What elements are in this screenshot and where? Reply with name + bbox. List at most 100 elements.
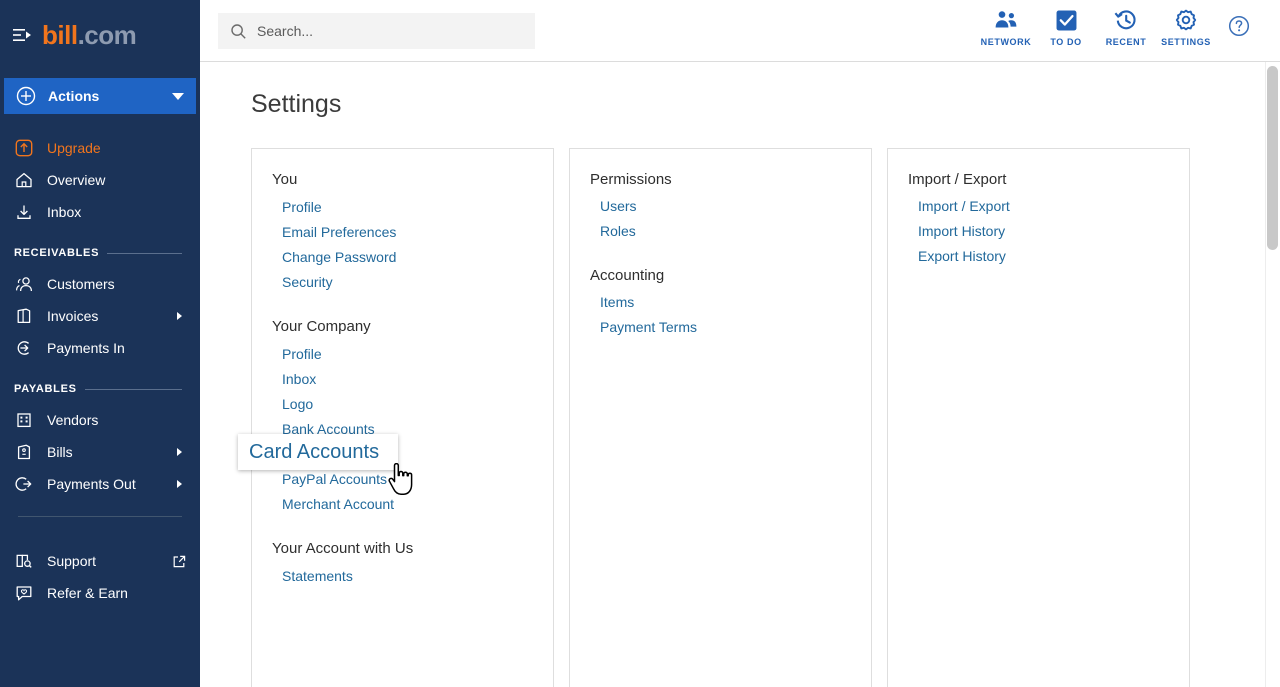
- sidebar-item-payments-out-label: Payments Out: [47, 476, 136, 492]
- top-bar: NETWORK TO DO RECENT: [200, 0, 1280, 62]
- main-content: Settings You Profile Email Preferences C…: [200, 62, 1280, 687]
- chevron-right-icon: [177, 448, 182, 456]
- sidebar-item-customers-label: Customers: [47, 276, 115, 292]
- search-icon: [230, 23, 247, 40]
- network-people-icon: [993, 8, 1019, 32]
- sidebar-item-vendors[interactable]: Vendors: [0, 404, 200, 436]
- link-security[interactable]: Security: [282, 270, 333, 295]
- home-icon: [14, 170, 34, 190]
- sidebar-item-refer-and-earn-label: Refer & Earn: [47, 585, 128, 601]
- top-action-settings-label: SETTINGS: [1161, 37, 1211, 47]
- actions-button[interactable]: Actions: [4, 78, 196, 114]
- link-roles[interactable]: Roles: [600, 219, 636, 244]
- link-payment-terms[interactable]: Payment Terms: [600, 315, 697, 340]
- sidebar-item-overview-label: Overview: [47, 172, 106, 188]
- help-question-icon: [1228, 14, 1250, 38]
- sidebar-item-overview[interactable]: Overview: [0, 164, 200, 196]
- top-actions: NETWORK TO DO RECENT SETTINGS: [976, 8, 1262, 47]
- search-input[interactable]: [257, 23, 507, 39]
- scrollbar-thumb[interactable]: [1267, 66, 1278, 250]
- link-merchant-account[interactable]: Merchant Account: [282, 492, 394, 517]
- link-company-inbox[interactable]: Inbox: [282, 367, 316, 392]
- sidebar-item-payments-in[interactable]: Payments In: [0, 332, 200, 364]
- sidebar: bill .com Actions Upgrade Overview Inbox…: [0, 0, 200, 687]
- section-divider: [107, 252, 182, 254]
- collapse-sidebar-icon[interactable]: [12, 25, 32, 45]
- link-users[interactable]: Users: [600, 194, 637, 219]
- group-title-accounting: Accounting: [590, 267, 665, 284]
- link-statements[interactable]: Statements: [282, 564, 353, 589]
- panel-import-export: Import / Export Import / Export Import H…: [887, 148, 1190, 687]
- link-import-export[interactable]: Import / Export: [918, 194, 1010, 219]
- link-logo[interactable]: Logo: [282, 392, 313, 417]
- top-action-network-label: NETWORK: [980, 37, 1032, 47]
- plus-circle-icon: [16, 86, 36, 106]
- link-paypal-accounts[interactable]: PayPal Accounts: [282, 467, 387, 492]
- top-action-recent-label: RECENT: [1105, 37, 1147, 47]
- sidebar-item-payments-out[interactable]: Payments Out: [0, 468, 200, 500]
- brand-logo-dotcom: .com: [77, 20, 137, 50]
- panel-permissions: Permissions Users Roles Accounting Items…: [569, 148, 872, 687]
- sidebar-section-receivables-label: RECEIVABLES: [14, 247, 100, 259]
- sidebar-item-refer-and-earn[interactable]: Refer & Earn: [0, 577, 200, 609]
- actions-button-label: Actions: [48, 88, 100, 104]
- link-email-preferences[interactable]: Email Preferences: [282, 220, 396, 245]
- group-title-import-export: Import / Export: [908, 171, 1007, 188]
- vendors-building-icon: [14, 410, 34, 430]
- external-link-icon: [173, 555, 186, 568]
- sidebar-item-bills[interactable]: Bills: [0, 436, 200, 468]
- sidebar-section-payables: PAYABLES: [0, 374, 200, 404]
- card-accounts-tooltip-label: Card Accounts: [249, 440, 380, 463]
- sidebar-header: bill .com: [0, 0, 200, 70]
- sidebar-item-inbox-label: Inbox: [47, 204, 82, 220]
- top-action-todo-label: TO DO: [1050, 37, 1082, 47]
- section-divider: [84, 388, 182, 390]
- card-accounts-tooltip[interactable]: Card Accounts: [238, 434, 398, 470]
- sidebar-section-receivables: RECEIVABLES: [0, 238, 200, 268]
- sidebar-item-vendors-label: Vendors: [47, 412, 99, 428]
- customers-people-icon: [14, 274, 34, 294]
- sidebar-section-payables-label: PAYABLES: [14, 383, 77, 395]
- top-action-network[interactable]: NETWORK: [976, 8, 1036, 47]
- todo-checkbox-icon: [1055, 8, 1078, 32]
- page-title: Settings: [251, 90, 342, 118]
- brand-logo-bill: bill: [42, 20, 78, 50]
- help-button[interactable]: [1216, 8, 1262, 38]
- link-change-password[interactable]: Change Password: [282, 245, 396, 270]
- group-title-your-account-with-us: Your Account with Us: [272, 540, 414, 557]
- search-box[interactable]: [218, 13, 535, 49]
- sidebar-item-support-label: Support: [47, 553, 97, 569]
- invoice-document-icon: [14, 306, 34, 326]
- top-action-todo[interactable]: TO DO: [1036, 8, 1096, 47]
- top-action-recent[interactable]: RECENT: [1096, 8, 1156, 47]
- recent-clock-icon: [1114, 8, 1138, 32]
- panel-you: You Profile Email Preferences Change Pas…: [251, 148, 554, 687]
- sidebar-item-inbox[interactable]: Inbox: [0, 196, 200, 228]
- upgrade-arrow-icon: [14, 138, 34, 158]
- bills-document-icon: [14, 442, 34, 462]
- link-items[interactable]: Items: [600, 290, 634, 315]
- link-company-profile[interactable]: Profile: [282, 342, 322, 367]
- sidebar-item-support[interactable]: Support: [0, 545, 200, 577]
- sidebar-item-upgrade-label: Upgrade: [47, 140, 101, 156]
- chevron-down-icon: [172, 92, 184, 100]
- payments-out-arrow-icon: [14, 474, 34, 494]
- link-import-history[interactable]: Import History: [918, 219, 1005, 244]
- payments-in-arrow-icon: [14, 338, 34, 358]
- settings-gear-icon: [1174, 8, 1198, 32]
- support-book-search-icon: [14, 551, 34, 571]
- top-action-settings[interactable]: SETTINGS: [1156, 8, 1216, 47]
- link-export-history[interactable]: Export History: [918, 244, 1006, 269]
- inbox-download-icon: [14, 202, 34, 222]
- sidebar-item-payments-in-label: Payments In: [47, 340, 125, 356]
- sidebar-item-customers[interactable]: Customers: [0, 268, 200, 300]
- link-profile[interactable]: Profile: [282, 195, 322, 220]
- brand-logo[interactable]: bill .com: [42, 20, 137, 50]
- refer-heart-chat-icon: [14, 583, 34, 603]
- sidebar-item-upgrade[interactable]: Upgrade: [0, 132, 200, 164]
- sidebar-item-invoices[interactable]: Invoices: [0, 300, 200, 332]
- group-title-you: You: [272, 171, 298, 188]
- sidebar-divider: [18, 516, 182, 517]
- group-title-your-company: Your Company: [272, 318, 371, 335]
- chevron-right-icon: [177, 312, 182, 320]
